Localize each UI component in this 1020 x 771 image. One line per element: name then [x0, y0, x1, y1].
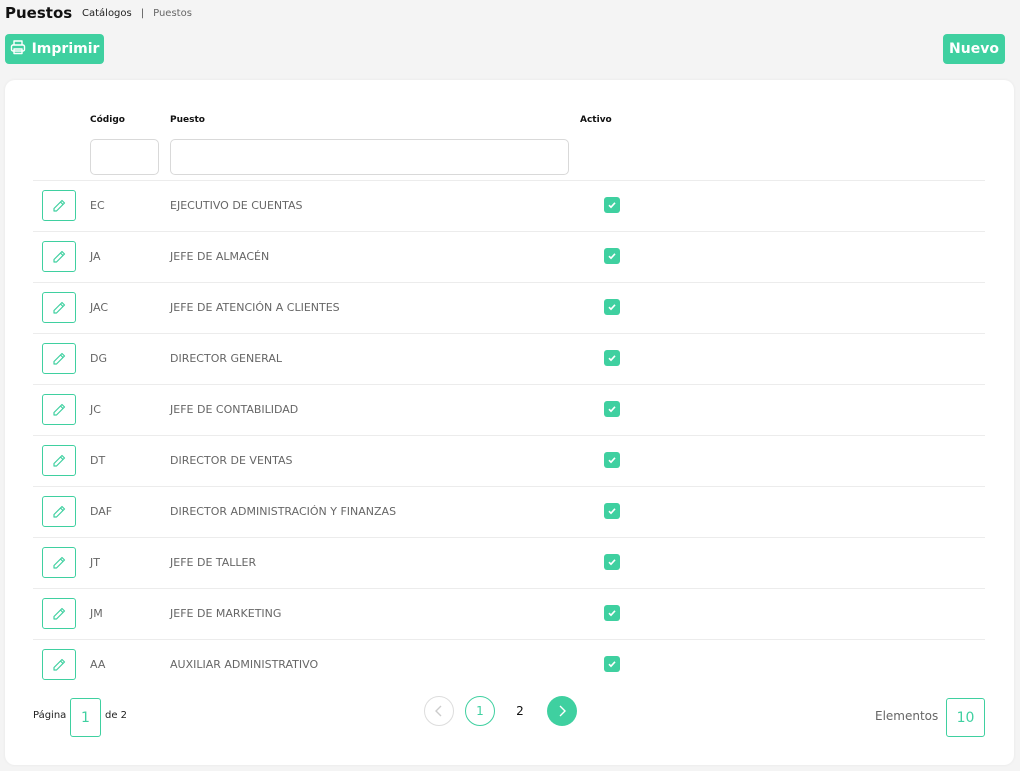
row-name: JEFE DE CONTABILIDAD [170, 403, 299, 416]
row-name: EJECUTIVO DE CUENTAS [170, 199, 303, 212]
row-code: JA [90, 250, 101, 263]
table-row: DT DIRECTOR DE VENTAS [33, 436, 985, 487]
edit-button[interactable] [42, 190, 76, 221]
pencil-icon [53, 301, 66, 314]
row-name: DIRECTOR ADMINISTRACIÓN Y FINANZAS [170, 505, 397, 518]
active-checkbox[interactable] [604, 299, 620, 315]
elements-per-page-input[interactable]: 10 [946, 698, 985, 737]
row-code: JT [90, 556, 100, 569]
name-filter-input[interactable] [170, 139, 569, 175]
pencil-icon [53, 250, 66, 263]
pencil-icon [53, 607, 66, 620]
row-name: JEFE DE MARKETING [170, 607, 282, 620]
row-name: DIRECTOR GENERAL [170, 352, 283, 365]
checkmark-icon [608, 508, 616, 515]
page-title: Puestos [5, 4, 73, 22]
edit-button[interactable] [42, 292, 76, 323]
pencil-icon [53, 454, 66, 467]
column-header-active: Activo [580, 115, 612, 125]
checkmark-icon [608, 202, 616, 209]
column-header-code: Código [90, 115, 125, 125]
page-button-2[interactable]: 2 [505, 696, 535, 726]
checkmark-icon [608, 253, 616, 260]
pencil-icon [53, 403, 66, 416]
table-row: EC EJECUTIVO DE CUENTAS [33, 181, 985, 232]
table-row: AA AUXILIAR ADMINISTRATIVO [33, 640, 985, 691]
row-name: JEFE DE ATENCIÓN A CLIENTES [170, 301, 340, 314]
table-row: JT JEFE DE TALLER [33, 538, 985, 589]
row-name: JEFE DE ALMACÉN [170, 250, 270, 263]
row-code: DG [90, 352, 107, 365]
pencil-icon [53, 352, 66, 365]
row-code: DAF [90, 505, 113, 518]
pencil-icon [53, 505, 66, 518]
print-button-label: Imprimir [31, 41, 100, 57]
page-total-label: de 2 [105, 710, 128, 721]
column-header-name: Puesto [170, 115, 205, 125]
table-row: DAF DIRECTOR ADMINISTRACIÓN Y FINANZAS [33, 487, 985, 538]
edit-button[interactable] [42, 445, 76, 476]
new-button[interactable]: Nuevo [943, 34, 1005, 64]
table-row: JAC JEFE DE ATENCIÓN A CLIENTES [33, 283, 985, 334]
row-name: AUXILIAR ADMINISTRATIVO [170, 658, 319, 671]
page-number-input[interactable]: 1 [70, 698, 101, 737]
checkmark-icon [608, 661, 616, 668]
pencil-icon [53, 658, 66, 671]
page-button-1[interactable]: 1 [465, 696, 495, 726]
next-page-button[interactable] [547, 696, 577, 726]
active-checkbox[interactable] [604, 503, 620, 519]
edit-button[interactable] [42, 598, 76, 629]
page-label: Página [33, 710, 67, 721]
row-code: EC [90, 199, 105, 212]
active-checkbox[interactable] [604, 350, 620, 366]
row-code: JAC [90, 301, 109, 314]
code-filter-input[interactable] [90, 139, 159, 175]
row-code: DT [90, 454, 106, 467]
active-checkbox[interactable] [604, 401, 620, 417]
checkmark-icon [608, 457, 616, 464]
active-checkbox[interactable] [604, 197, 620, 213]
chevron-right-icon [559, 705, 566, 717]
checkmark-icon [608, 610, 616, 617]
breadcrumb-catalogos[interactable]: Catálogos [82, 8, 132, 19]
edit-button[interactable] [42, 343, 76, 374]
table-row: JA JEFE DE ALMACÉN [33, 232, 985, 283]
active-checkbox[interactable] [604, 452, 620, 468]
row-name: DIRECTOR DE VENTAS [170, 454, 293, 467]
pencil-icon [53, 199, 66, 212]
active-checkbox[interactable] [604, 248, 620, 264]
checkmark-icon [608, 304, 616, 311]
positions-card: Código Puesto Activo EC EJECUTIVO DE CUEN… [5, 80, 1014, 765]
printer-icon [10, 39, 26, 59]
table-row: JM JEFE DE MARKETING [33, 589, 985, 640]
checkmark-icon [608, 559, 616, 566]
active-checkbox[interactable] [604, 554, 620, 570]
row-code: JM [90, 607, 103, 620]
breadcrumb-current: Puestos [153, 8, 192, 19]
row-name: JEFE DE TALLER [170, 556, 257, 569]
breadcrumb-separator: | [140, 8, 145, 19]
pencil-icon [53, 556, 66, 569]
edit-button[interactable] [42, 547, 76, 578]
table-row: DG DIRECTOR GENERAL [33, 334, 985, 385]
active-checkbox[interactable] [604, 605, 620, 621]
edit-button[interactable] [42, 394, 76, 425]
row-code: AA [90, 658, 106, 671]
edit-button[interactable] [42, 496, 76, 527]
table-row: JC JEFE DE CONTABILIDAD [33, 385, 985, 436]
row-code: JC [90, 403, 101, 416]
checkmark-icon [608, 355, 616, 362]
edit-button[interactable] [42, 241, 76, 272]
checkmark-icon [608, 406, 616, 413]
chevron-left-icon [435, 705, 442, 717]
previous-page-button[interactable] [424, 696, 454, 726]
edit-button[interactable] [42, 649, 76, 680]
active-checkbox[interactable] [604, 656, 620, 672]
elements-label: Elementos [875, 709, 939, 723]
breadcrumb: Catálogos | Puestos [82, 8, 192, 19]
print-button[interactable]: Imprimir [5, 34, 104, 64]
